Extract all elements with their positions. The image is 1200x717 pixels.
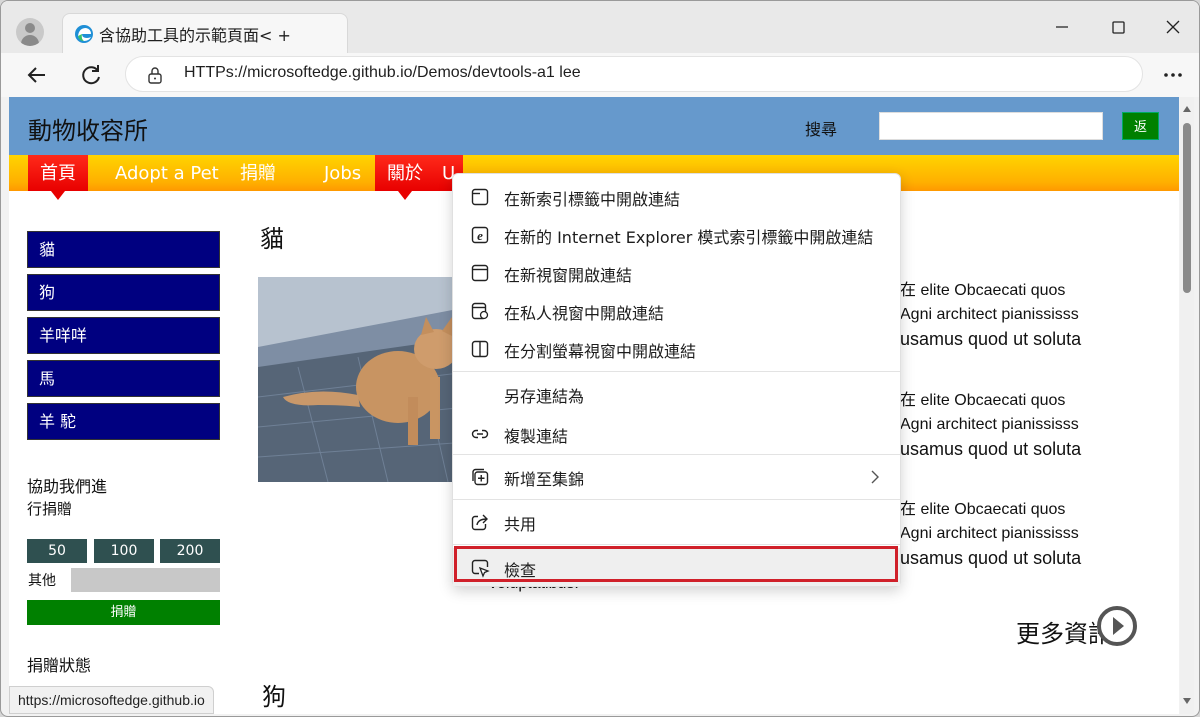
chevron-right-icon	[871, 470, 879, 484]
other-amount-input[interactable]	[71, 568, 220, 592]
menu-save-link-as[interactable]: 另存連結為	[453, 374, 900, 412]
menu-label: 新增至集錦	[504, 470, 585, 489]
context-menu: 在新索引標籤中開啟連結 e 在新的 Internet Explorer 模式索引…	[452, 173, 901, 587]
menu-separator	[453, 544, 900, 545]
donate-heading-line1: 協助我們進	[27, 477, 108, 496]
menu-label: 在私人視窗中開啟連結	[504, 304, 665, 323]
edge-logo-icon	[75, 25, 93, 43]
search-label: 搜尋	[805, 120, 838, 139]
donate-button[interactable]: 捐贈	[27, 600, 220, 625]
share-icon	[471, 514, 488, 531]
address-bar[interactable]: HTTPs://microsoftedge.github.io/Demos/de…	[125, 56, 1143, 92]
search-input[interactable]	[879, 112, 1103, 140]
cat-photo	[258, 277, 468, 482]
inspect-highlight-box	[454, 546, 898, 582]
scrollbar-thumb[interactable]	[1183, 123, 1191, 293]
search-button[interactable]: 返	[1122, 112, 1159, 140]
menu-open-new-window[interactable]: 在新視窗開啟連結	[453, 253, 900, 291]
minimize-icon[interactable]	[1050, 15, 1074, 39]
new-tab-icon	[471, 188, 489, 206]
site-header: 動物收容所 搜尋 返	[9, 97, 1179, 155]
menu-label: 另存連結為	[504, 387, 585, 406]
menu-label: 在分割螢幕視窗中開啟連結	[504, 342, 697, 361]
menu-open-split-screen[interactable]: 在分割螢幕視窗中開啟連結	[453, 329, 900, 367]
nav-about-label: 關於	[387, 163, 423, 184]
title-bar: 含協助工具的示範頁面< +	[1, 1, 1199, 53]
menu-label: 複製連結	[504, 427, 569, 446]
scroll-up-icon[interactable]	[1183, 105, 1191, 113]
back-arrow-icon[interactable]	[23, 61, 51, 89]
sidebar-item-cats[interactable]: 貓	[27, 231, 220, 268]
browser-tab[interactable]: 含協助工具的示範頁面< +	[62, 13, 348, 53]
status-bar-url: https://microsoftedge.github.io	[9, 686, 214, 714]
nav-adopt[interactable]: Adopt a Pet	[103, 155, 231, 191]
menu-separator	[453, 499, 900, 500]
nav-donate[interactable]: 捐贈	[228, 155, 288, 191]
menu-add-to-collections[interactable]: 新增至集錦	[453, 457, 900, 495]
browser-toolbar: HTTPs://microsoftedge.github.io/Demos/de…	[1, 53, 1199, 97]
sidebar-item-alpacas[interactable]: 羊 駝	[27, 403, 220, 440]
site-title: 動物收容所	[28, 117, 148, 145]
sidebar-item-horses[interactable]: 馬	[27, 360, 220, 397]
scroll-down-icon[interactable]	[1183, 697, 1191, 705]
more-options-icon[interactable]	[1159, 61, 1187, 89]
text-block-1: 在 elite Obcaecati quos Agni architect pia…	[900, 282, 1082, 349]
text-block-3: 在 elite Obcaecati quos Agni architect pia…	[900, 501, 1082, 568]
tab-title: 含協助工具的示範頁面< +	[99, 26, 291, 45]
close-icon[interactable]	[1161, 15, 1185, 39]
section-heading-dogs: 狗	[262, 683, 286, 711]
menu-share[interactable]: 共用	[453, 502, 900, 540]
menu-open-inprivate[interactable]: 在私人視窗中開啟連結	[453, 291, 900, 329]
collections-icon	[472, 468, 489, 486]
menu-label: 在新的 Internet Explorer 模式索引標籤中開啟連結	[504, 228, 874, 247]
menu-label: 在新視窗開啟連結	[504, 266, 633, 285]
sidebar-item-sheep[interactable]: 羊咩咩	[27, 317, 220, 354]
donation-status-heading: 捐贈狀態	[27, 656, 92, 675]
nav-jobs[interactable]: Jobs	[312, 155, 373, 191]
amount-200-button[interactable]: 200	[160, 539, 220, 563]
browser-window: 含協助工具的示範頁面< + HTTPs://microsoftedge.gith…	[0, 0, 1200, 717]
lock-icon[interactable]	[146, 66, 164, 84]
menu-label: 在新索引標籤中開啟連結	[504, 190, 681, 209]
link-icon	[471, 429, 489, 439]
maximize-icon[interactable]	[1106, 15, 1130, 39]
split-screen-icon	[471, 340, 489, 358]
donate-heading-line2: 行捐贈	[27, 500, 73, 518]
refresh-icon[interactable]	[77, 61, 105, 89]
amount-50-button[interactable]: 50	[27, 539, 87, 563]
section-heading-cats: 貓	[260, 225, 284, 253]
nav-about[interactable]: 關於	[375, 155, 435, 200]
internet-explorer-icon: e	[471, 226, 489, 244]
sidebar-item-dogs[interactable]: 狗	[27, 274, 220, 311]
nav-home[interactable]: 首頁	[28, 155, 88, 200]
inprivate-window-icon	[471, 302, 489, 320]
menu-open-ie-mode[interactable]: e 在新的 Internet Explorer 模式索引標籤中開啟連結	[453, 215, 900, 253]
menu-open-new-tab[interactable]: 在新索引標籤中開啟連結	[453, 177, 900, 215]
menu-separator	[453, 371, 900, 372]
other-amount-label: 其他	[28, 573, 56, 589]
menu-copy-link[interactable]: 複製連結	[453, 414, 900, 452]
vertical-scrollbar[interactable]	[1180, 97, 1194, 714]
menu-label: 共用	[504, 515, 537, 534]
profile-avatar-icon[interactable]	[16, 18, 44, 46]
menu-separator	[453, 454, 900, 455]
new-window-icon	[471, 264, 489, 282]
url-text[interactable]: HTTPs://microsoftedge.github.io/Demos/de…	[184, 64, 581, 82]
svg-text:e: e	[477, 228, 483, 243]
nav-home-label: 首頁	[40, 163, 76, 184]
arrow-circle-icon[interactable]	[1096, 605, 1138, 647]
text-block-2: 在 elite Obcaecati quos Agni architect pia…	[900, 392, 1082, 459]
amount-100-button[interactable]: 100	[94, 539, 154, 563]
